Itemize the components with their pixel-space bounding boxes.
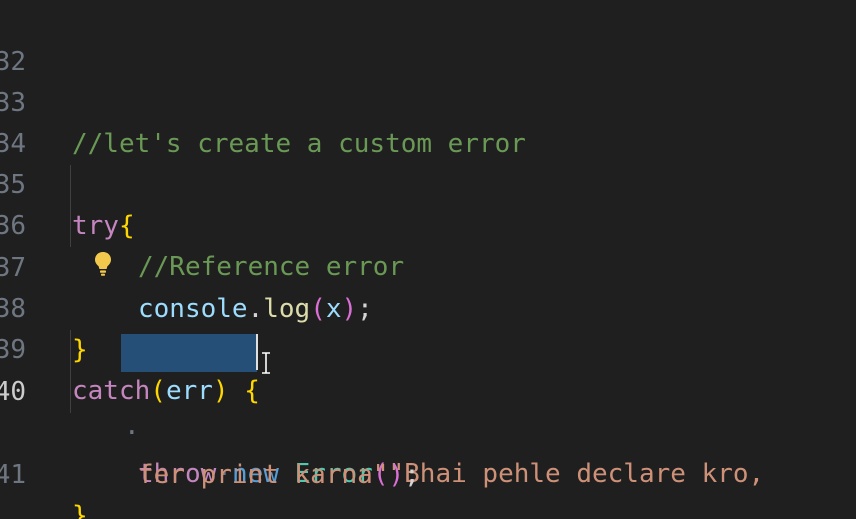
lightbulb-icon[interactable]: [93, 250, 113, 278]
code-text: fer print karna");: [138, 455, 420, 496]
string-token: fer print karna": [138, 460, 389, 490]
code-line[interactable]: 38 }: [0, 248, 856, 365]
bracket-token: ): [388, 460, 405, 490]
code-line[interactable]: 33 //let's create a custom error: [0, 42, 856, 159]
code-line[interactable]: 37 console.log(x);: [0, 207, 856, 324]
code-line[interactable]: 39 catch(err) {: [0, 289, 856, 406]
bracket-token: }: [72, 501, 88, 519]
code-text: }: [72, 496, 88, 519]
code-line-wrapped[interactable]: fer print karna");: [0, 373, 856, 490]
code-line[interactable]: 35 try{: [0, 124, 856, 241]
string-token: "Bhai pehle declare kro,: [388, 459, 765, 489]
line-number: 41: [0, 460, 26, 490]
ibeam-cursor-icon: [262, 352, 270, 374]
code-editor[interactable]: 32 33 //let's create a custom error 34 3…: [0, 0, 856, 519]
code-line[interactable]: 32: [0, 1, 856, 77]
code-line[interactable]: 34: [0, 83, 856, 159]
code-line[interactable]: 41 }: [0, 414, 856, 519]
punct-token: ;: [404, 460, 420, 490]
code-line-active[interactable]: 40 · throw·new Error("Bhai pehle declare…: [0, 331, 856, 489]
text-caret: [256, 334, 258, 370]
code-line[interactable]: 36 //Reference error: [0, 165, 856, 282]
